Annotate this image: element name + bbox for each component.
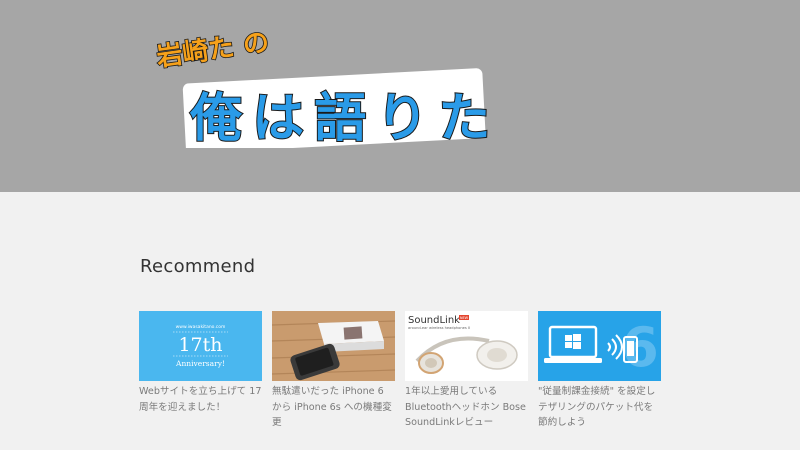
soundlink-headphones-image: SoundLink NEW around-ear wireless headph… bbox=[405, 311, 528, 381]
site-logo-graphic: 岩崎た の 俺 は 語 り た い ！ bbox=[153, 27, 500, 148]
recommend-card-bose-soundlink[interactable]: SoundLink NEW around-ear wireless headph… bbox=[405, 311, 528, 431]
thumb-soundlink-tagline: around-ear wireless headphones II bbox=[408, 326, 470, 330]
tethering-thumbnail-image: 6 bbox=[538, 311, 661, 381]
thumb-soundlink-brand: SoundLink bbox=[408, 315, 460, 326]
thumb-anniversary-text: Anniversary! bbox=[175, 359, 225, 368]
logo-line1: 岩崎た の bbox=[154, 27, 271, 73]
svg-text:6: 6 bbox=[621, 316, 659, 379]
recommend-card-17th-anniversary[interactable]: www.iwasakitano.com 17th Anniversary! We… bbox=[139, 311, 262, 431]
site-logo[interactable]: 岩崎た の 俺 は 語 り た い ！ bbox=[150, 18, 500, 148]
recommend-card-metered-connection[interactable]: 6 "従量制課金接続" を設定しテザリングのパケット代を節約しよう bbox=[538, 311, 661, 431]
card-title: 無駄遣いだった iPhone 6 から iPhone 6s への機種変更 bbox=[272, 386, 392, 428]
logo-line2: 俺 は 語 り た い ！ bbox=[189, 89, 500, 148]
thumb-new-badge: NEW bbox=[460, 316, 469, 320]
card-title: 1年以上愛用している Bluetoothヘッドホン Bose SoundLink… bbox=[405, 386, 526, 428]
recommend-heading: Recommend bbox=[140, 256, 256, 277]
main-content: Recommend www.iwasakitano.com 17th Anniv… bbox=[0, 192, 800, 450]
card-title: Webサイトを立ち上げて 17 周年を迎えました！ bbox=[139, 386, 262, 413]
recommend-card-iphone-6s[interactable]: 無駄遣いだった iPhone 6 から iPhone 6s への機種変更 bbox=[272, 311, 395, 431]
anniversary-thumbnail-image: www.iwasakitano.com 17th Anniversary! bbox=[139, 311, 262, 381]
card-title: "従量制課金接続" を設定しテザリングのパケット代を節約しよう bbox=[538, 386, 656, 428]
iphone-box-photo bbox=[272, 311, 395, 381]
card-thumbnail: SoundLink NEW around-ear wireless headph… bbox=[405, 311, 528, 381]
site-header: 岩崎た の 俺 は 語 り た い ！ bbox=[0, 0, 800, 192]
thumb-17th-text: 17th bbox=[178, 334, 222, 356]
card-thumbnail bbox=[272, 311, 395, 381]
card-thumbnail: www.iwasakitano.com 17th Anniversary! bbox=[139, 311, 262, 381]
card-thumbnail: 6 bbox=[538, 311, 661, 381]
thumb-site-url: www.iwasakitano.com bbox=[176, 324, 226, 330]
